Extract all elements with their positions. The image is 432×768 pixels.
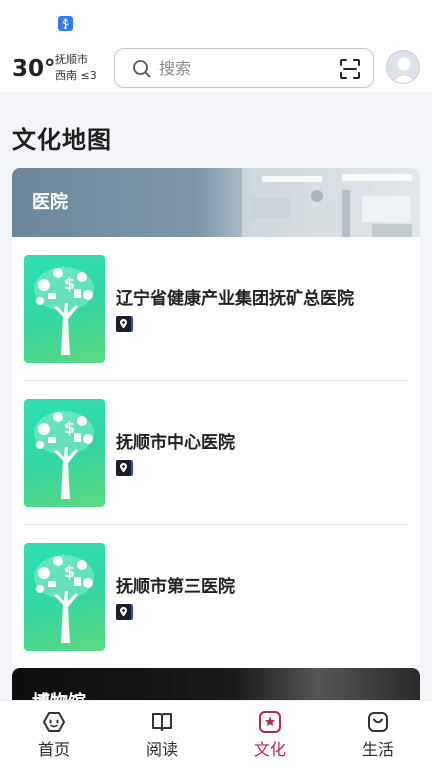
tab-label: 生活 [361, 740, 394, 759]
top-header: 30° 抚顺市 西南 ≤3 搜索 [0, 44, 432, 92]
tree-thumbnail: $ [24, 399, 105, 507]
search-input[interactable]: 搜索 [114, 48, 374, 88]
weather-wind[interactable]: 西南 ≤3 [55, 69, 97, 83]
svg-text:$: $ [64, 562, 75, 581]
tab-culture[interactable]: 文化 [216, 701, 324, 768]
status-bar [0, 0, 432, 44]
home-icon [43, 712, 65, 732]
tab-label: 文化 [253, 740, 286, 759]
page-title: 文化地图 [12, 126, 112, 154]
scan-icon[interactable] [339, 58, 361, 80]
item-name: 抚顺市中心医院 [116, 433, 235, 453]
tab-life[interactable]: 生活 [324, 701, 432, 768]
book-icon [152, 713, 172, 731]
search-icon [133, 60, 151, 78]
culture-star-icon [259, 711, 281, 733]
tab-home[interactable]: 首页 [0, 701, 108, 768]
category-card-hospital: 医院 $ 辽宁省健康产业集团抚矿总医院 $ 抚顺市中心医院 $ 抚顺市第三医院 [12, 168, 420, 668]
weather-city[interactable]: 抚顺市 [55, 53, 88, 67]
list-item[interactable]: $ 辽宁省健康产业集团抚矿总医院 [24, 237, 408, 381]
category-banner[interactable]: 医院 [12, 168, 420, 237]
weather-temperature[interactable]: 30° [12, 56, 56, 82]
shopping-bag-icon [368, 712, 388, 732]
category-title: 医院 [32, 192, 68, 213]
svg-text:$: $ [64, 274, 75, 293]
tab-label: 首页 [37, 740, 70, 759]
tree-thumbnail: $ [24, 255, 105, 363]
list-item[interactable]: $ 抚顺市中心医院 [24, 381, 408, 525]
item-name: 抚顺市第三医院 [116, 577, 235, 597]
tab-reading[interactable]: 阅读 [108, 701, 216, 768]
svg-text:$: $ [64, 418, 75, 437]
list-item[interactable]: $ 抚顺市第三医院 [24, 525, 408, 668]
bottom-tab-bar: 首页 阅读 文化 生活 [0, 700, 432, 768]
search-placeholder: 搜索 [159, 59, 192, 78]
location-icon[interactable] [116, 604, 134, 620]
location-icon[interactable] [116, 316, 134, 332]
usb-icon [58, 16, 73, 31]
hospital-room-image [242, 168, 420, 237]
item-name: 辽宁省健康产业集团抚矿总医院 [116, 289, 354, 309]
avatar[interactable] [386, 50, 420, 84]
tree-thumbnail: $ [24, 543, 105, 651]
tab-label: 阅读 [145, 740, 178, 759]
location-icon[interactable] [116, 460, 134, 476]
